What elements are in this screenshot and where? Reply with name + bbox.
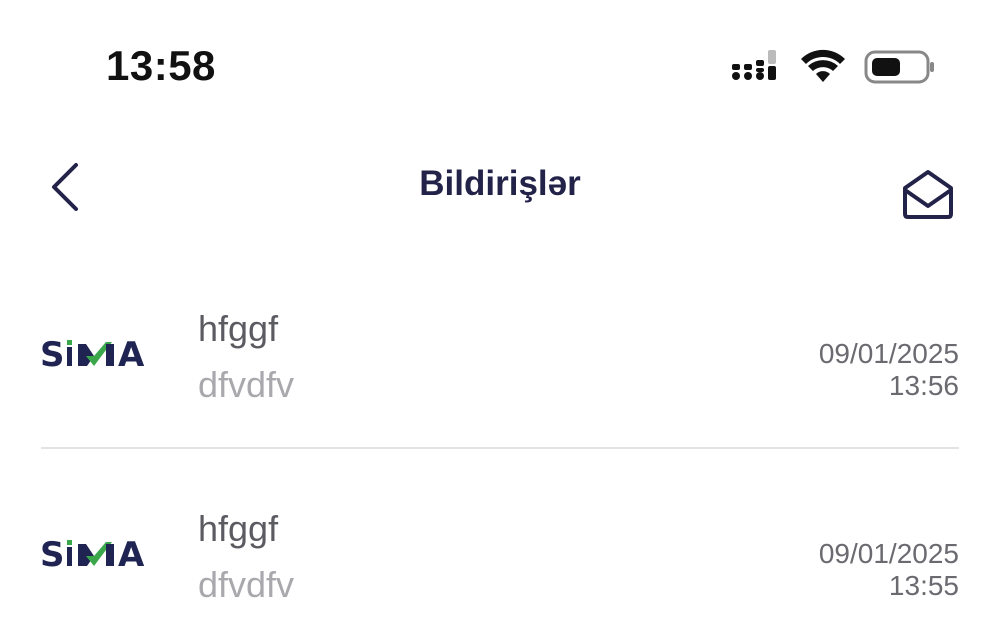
svg-text:S: S — [40, 335, 65, 374]
notifications-screen: 13:58 Bildirişlər S A hfggf dfvdfv 09/01… — [0, 0, 1000, 637]
svg-text:A: A — [118, 535, 145, 574]
notification-date: 09/01/2025 — [818, 338, 959, 369]
notification-item[interactable]: S A hfggf dfvdfv 09/01/2025 13:55 — [0, 468, 1000, 637]
status-bar-time: 13:58 — [106, 42, 216, 89]
battery-icon — [864, 50, 934, 84]
notification-time: 13:55 — [888, 570, 959, 601]
notification-date: 09/01/2025 — [818, 538, 959, 569]
page-title: Bildirişlər — [419, 164, 581, 203]
sima-logo: S A — [40, 334, 160, 375]
wifi-icon — [801, 49, 845, 82]
notification-item[interactable]: S A hfggf dfvdfv 09/01/2025 13:56 — [0, 268, 1000, 448]
cellular-signal-icon — [732, 50, 776, 80]
status-bar-icons — [730, 48, 940, 88]
envelope-open-icon — [903, 170, 953, 219]
mark-all-read-button[interactable] — [897, 166, 959, 222]
notification-body: dfvdfv — [198, 364, 295, 405]
divider — [41, 447, 959, 449]
svg-text:A: A — [118, 335, 145, 374]
notification-body: dfvdfv — [198, 564, 295, 605]
notification-list: S A hfggf dfvdfv 09/01/2025 13:56 S A hf… — [0, 268, 1000, 637]
notification-title: hfggf — [198, 508, 279, 549]
sima-logo: S A — [40, 534, 160, 575]
svg-text:S: S — [40, 535, 65, 574]
notification-time: 13:56 — [888, 370, 959, 401]
notification-title: hfggf — [198, 308, 279, 349]
